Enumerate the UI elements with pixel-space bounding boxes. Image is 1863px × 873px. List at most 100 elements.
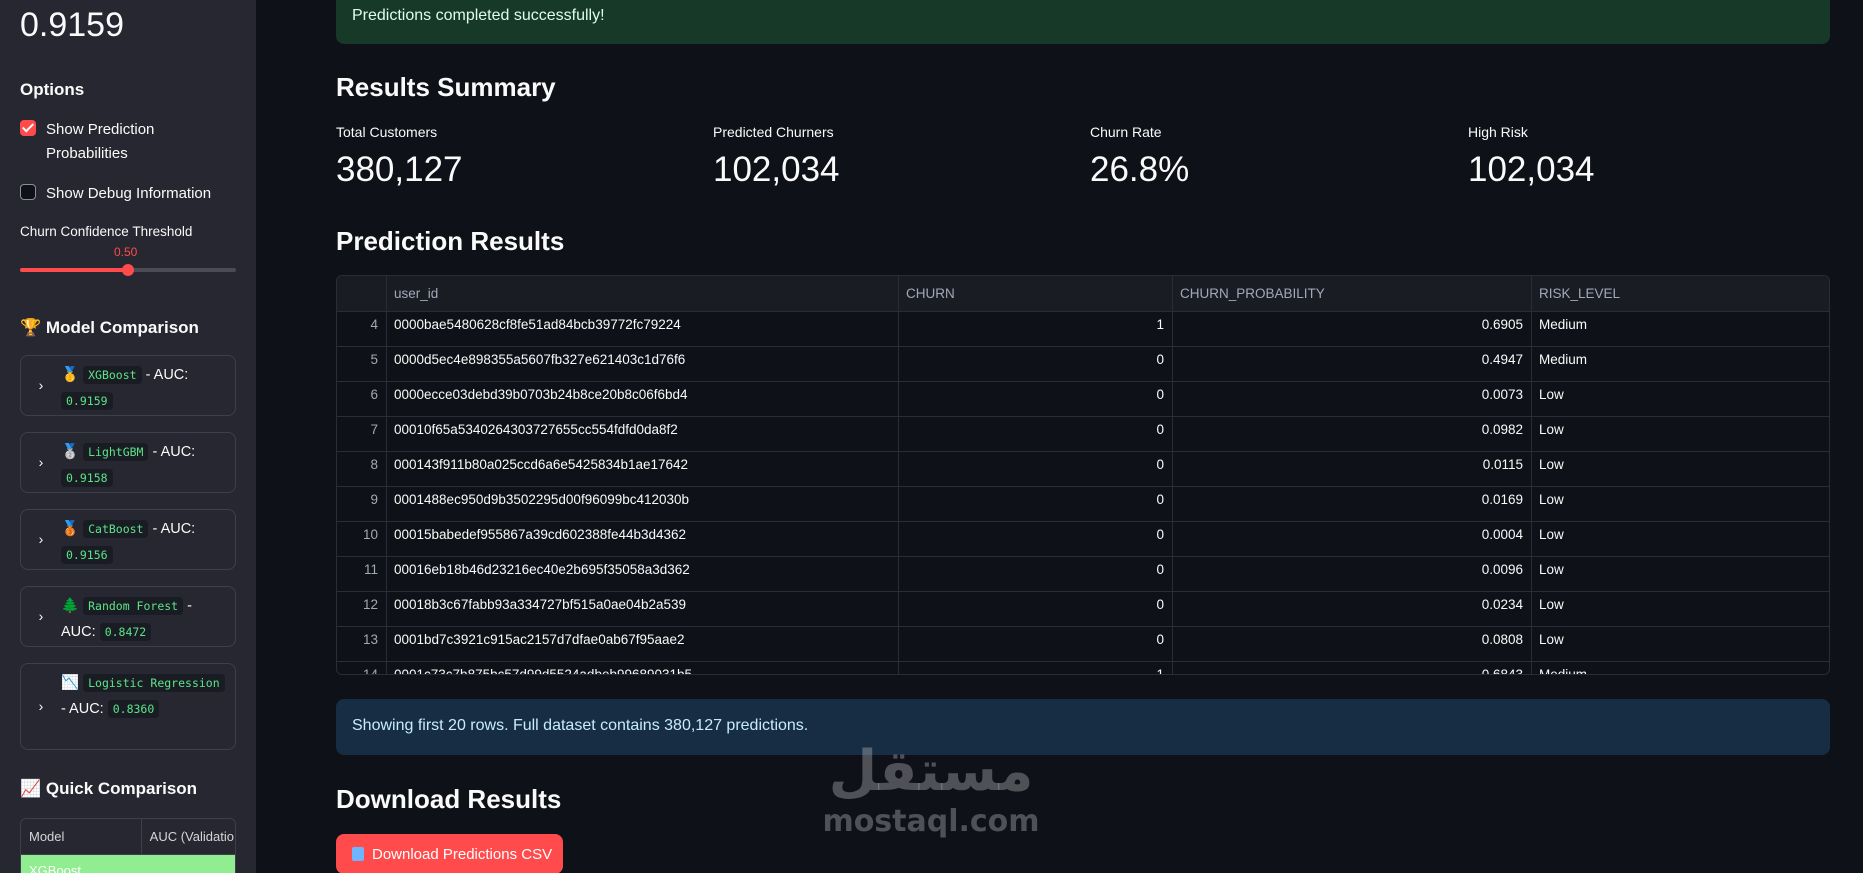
table-row[interactable]: 10 00015babedef955867a39cd602388fe44b3d43…: [337, 522, 1829, 557]
risk-level-cell[interactable]: Medium: [1532, 312, 1829, 347]
risk-level-cell[interactable]: Low: [1532, 452, 1829, 487]
table-row[interactable]: 14 0001c73c7b875bc57d99d5524adbeb99689031…: [337, 662, 1829, 674]
row-index[interactable]: 12: [337, 592, 387, 627]
risk-level-cell[interactable]: Low: [1532, 557, 1829, 592]
model-expander-catboost[interactable]: › 🥉 CatBoost - AUC: 0.9156: [20, 509, 236, 570]
table-row[interactable]: 5 0000d5ec4e898355a5607fb327e621403c1d76f…: [337, 347, 1829, 382]
churn-probability-cell[interactable]: 0.0808: [1173, 627, 1532, 662]
table-row[interactable]: 13 0001bd7c3921c915ac2157d7dfae0ab67f95aa…: [337, 627, 1829, 662]
churn-probability-cell[interactable]: 0.6905: [1173, 312, 1532, 347]
watermark: مستقل mostaql.com: [818, 738, 1044, 838]
show-probabilities-label: Show Prediction Probabilities: [46, 121, 155, 162]
quick-comparison-table[interactable]: Model AUC (Validatio XGBoost: [20, 818, 236, 873]
row-index[interactable]: 8: [337, 452, 387, 487]
risk-level-cell[interactable]: Low: [1532, 627, 1829, 662]
churn-cell[interactable]: 0: [899, 592, 1173, 627]
row-index[interactable]: 14: [337, 662, 387, 674]
user-id-cell[interactable]: 000143f911b80a025ccd6a6e5425834b1ae17642: [387, 452, 899, 487]
user-id-cell[interactable]: 0000bae5480628cf8fe51ad84bcb39772fc79224: [387, 312, 899, 347]
row-index[interactable]: 6: [337, 382, 387, 417]
prediction-results-table[interactable]: user_id CHURN CHURN_PROBABILITY RISK_LEV…: [336, 275, 1830, 675]
churn-cell[interactable]: 0: [899, 627, 1173, 662]
model-expander-lightgbm[interactable]: › 🥈 LightGBM - AUC: 0.9158: [20, 432, 236, 493]
chevron-right-icon[interactable]: ›: [35, 531, 47, 549]
risk-level-cell[interactable]: Low: [1532, 382, 1829, 417]
sidebar: 0.9159 Options Show Prediction Probabili…: [0, 0, 256, 873]
churn-cell[interactable]: 0: [899, 452, 1173, 487]
table-row[interactable]: 7 00010f65a5340264303727655cc554fdfd0da8f…: [337, 417, 1829, 452]
table-row[interactable]: 11 00016eb18b46d23216ec40e2b695f35058a3d3…: [337, 557, 1829, 592]
user-id-cell[interactable]: 0001bd7c3921c915ac2157d7dfae0ab67f95aae2: [387, 627, 899, 662]
chevron-right-icon[interactable]: ›: [35, 377, 47, 395]
checkbox-checked-icon[interactable]: [20, 120, 36, 136]
column-header[interactable]: Model: [21, 819, 142, 854]
churn-cell[interactable]: 0: [899, 382, 1173, 417]
row-index[interactable]: 5: [337, 347, 387, 382]
churn-cell[interactable]: 0: [899, 347, 1173, 382]
table-row[interactable]: 6 0000ecce03debd39b0703b24b8ce20b8c06f6bd…: [337, 382, 1829, 417]
show-probabilities-checkbox[interactable]: Show Prediction Probabilities: [20, 118, 196, 166]
download-predictions-button[interactable]: Download Predictions CSV: [336, 834, 563, 873]
row-index[interactable]: 7: [337, 417, 387, 452]
checkbox-unchecked-icon[interactable]: [20, 184, 36, 200]
download-results-heading: Download Results: [336, 784, 562, 814]
risk-level-cell[interactable]: Low: [1532, 522, 1829, 557]
column-header-churn[interactable]: CHURN: [899, 276, 1173, 312]
model-name: Random Forest: [83, 597, 184, 615]
risk-level-cell[interactable]: Low: [1532, 487, 1829, 522]
auc-value: 0.9156: [61, 546, 113, 564]
churn-probability-cell[interactable]: 0.6843: [1173, 662, 1532, 674]
column-header-index[interactable]: [337, 276, 387, 312]
churn-cell[interactable]: 0: [899, 522, 1173, 557]
threshold-slider-handle[interactable]: [122, 264, 134, 276]
churn-cell[interactable]: 0: [899, 417, 1173, 452]
model-expander-logistic-regression[interactable]: › 📉 Logistic Regression - AUC: 0.8360: [20, 663, 236, 750]
table-row[interactable]: 4 0000bae5480628cf8fe51ad84bcb39772fc7922…: [337, 312, 1829, 347]
table-row[interactable]: XGBoost: [21, 855, 235, 873]
churn-cell[interactable]: 1: [899, 662, 1173, 674]
user-id-cell[interactable]: 00016eb18b46d23216ec40e2b695f35058a3d362: [387, 557, 899, 592]
model-expander-xgboost[interactable]: › 🥇 XGBoost - AUC: 0.9159: [20, 355, 236, 416]
row-index[interactable]: 11: [337, 557, 387, 592]
churn-probability-cell[interactable]: 0.0004: [1173, 522, 1532, 557]
risk-level-cell[interactable]: Medium: [1532, 347, 1829, 382]
table-row[interactable]: 8 000143f911b80a025ccd6a6e5425834b1ae1764…: [337, 452, 1829, 487]
threshold-slider[interactable]: [20, 264, 236, 276]
table-row[interactable]: 9 0001488ec950d9b3502295d00f96099bc412030…: [337, 487, 1829, 522]
churn-probability-cell[interactable]: 0.0169: [1173, 487, 1532, 522]
user-id-cell[interactable]: 00010f65a5340264303727655cc554fdfd0da8f2: [387, 417, 899, 452]
user-id-cell[interactable]: 0001c73c7b875bc57d99d5524adbeb99689031b5: [387, 662, 899, 674]
table-body[interactable]: 4 0000bae5480628cf8fe51ad84bcb39772fc7922…: [337, 312, 1829, 674]
chevron-right-icon[interactable]: ›: [35, 608, 47, 626]
show-debug-checkbox[interactable]: Show Debug Information: [20, 182, 211, 206]
row-index[interactable]: 9: [337, 487, 387, 522]
churn-probability-cell[interactable]: 0.4947: [1173, 347, 1532, 382]
row-index[interactable]: 4: [337, 312, 387, 347]
row-index[interactable]: 10: [337, 522, 387, 557]
churn-probability-cell[interactable]: 0.0982: [1173, 417, 1532, 452]
risk-level-cell[interactable]: Medium: [1532, 662, 1829, 674]
column-header-user-id[interactable]: user_id: [387, 276, 899, 312]
column-header[interactable]: AUC (Validatio: [142, 819, 235, 854]
user-id-cell[interactable]: 00018b3c67fabb93a334727bf515a0ae04b2a539: [387, 592, 899, 627]
churn-probability-cell[interactable]: 0.0115: [1173, 452, 1532, 487]
churn-probability-cell[interactable]: 0.0073: [1173, 382, 1532, 417]
risk-level-cell[interactable]: Low: [1532, 417, 1829, 452]
user-id-cell[interactable]: 0000d5ec4e898355a5607fb327e621403c1d76f6: [387, 347, 899, 382]
chevron-right-icon[interactable]: ›: [35, 698, 47, 716]
churn-cell[interactable]: 0: [899, 487, 1173, 522]
table-row[interactable]: 12 00018b3c67fabb93a334727bf515a0ae04b2a5…: [337, 592, 1829, 627]
risk-level-cell[interactable]: Low: [1532, 592, 1829, 627]
user-id-cell[interactable]: 0001488ec950d9b3502295d00f96099bc412030b: [387, 487, 899, 522]
user-id-cell[interactable]: 0000ecce03debd39b0703b24b8ce20b8c06f6bd4: [387, 382, 899, 417]
model-expander-random-forest[interactable]: › 🌲 Random Forest - AUC: 0.8472: [20, 586, 236, 647]
row-index[interactable]: 13: [337, 627, 387, 662]
column-header-churn-probability[interactable]: CHURN_PROBABILITY: [1173, 276, 1532, 312]
churn-cell[interactable]: 0: [899, 557, 1173, 592]
user-id-cell[interactable]: 00015babedef955867a39cd602388fe44b3d4362: [387, 522, 899, 557]
churn-probability-cell[interactable]: 0.0096: [1173, 557, 1532, 592]
chevron-right-icon[interactable]: ›: [35, 454, 47, 472]
churn-probability-cell[interactable]: 0.0234: [1173, 592, 1532, 627]
column-header-risk-level[interactable]: RISK_LEVEL: [1532, 276, 1829, 312]
churn-cell[interactable]: 1: [899, 312, 1173, 347]
